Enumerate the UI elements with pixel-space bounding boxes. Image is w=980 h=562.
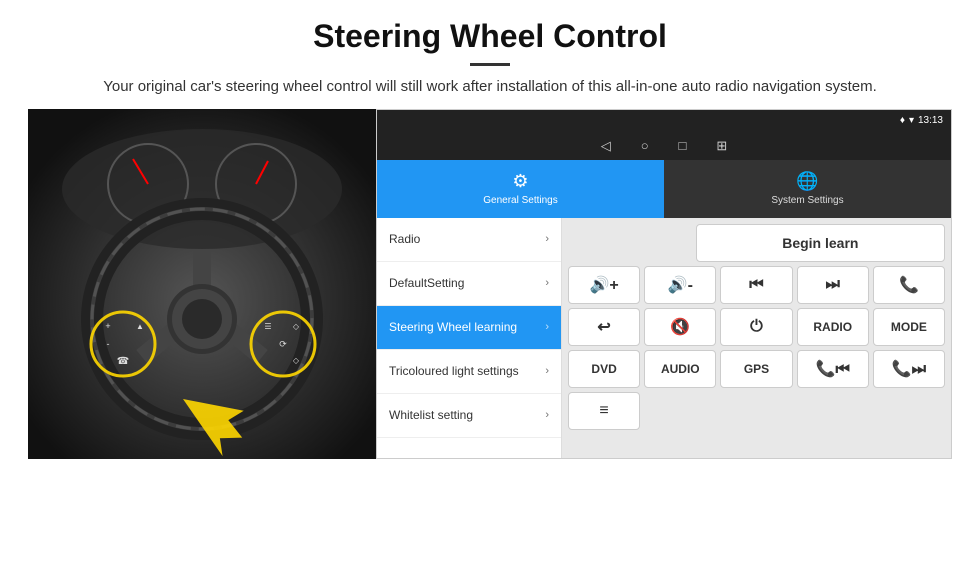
status-time: 13:13 [918,115,943,126]
begin-learn-row: Begin learn [568,224,945,262]
menu-item-steering-label: Steering Wheel learning [389,320,517,334]
power-button[interactable]: ⏻ [720,308,792,346]
menu-list: Radio › DefaultSetting › Steering Wheel … [377,218,562,458]
tab-system[interactable]: 🌐 System Settings [664,160,951,218]
svg-text:▲: ▲ [136,322,144,331]
dvd-label: DVD [591,362,616,376]
empty-spacer [568,224,692,262]
title-divider [470,63,510,66]
tabs-row: ⚙ General Settings 🌐 System Settings [377,160,951,218]
svg-text:◇: ◇ [293,322,300,331]
menu-item-radio-label: Radio [389,232,420,246]
begin-learn-button[interactable]: Begin learn [696,224,945,262]
chevron-right-icon: › [545,277,549,289]
gps-label: GPS [744,362,769,376]
chevron-right-icon: › [545,365,549,377]
controls-row-1: 🔊+ 🔊- ⏮ ⏭ 📞 [568,266,945,304]
radio-label: RADIO [813,320,852,334]
back-button[interactable]: ↩ [568,308,640,346]
nav-recents-icon[interactable]: □ [679,138,687,153]
menu-item-tricoloured-label: Tricoloured light settings [389,364,519,378]
menu-item-tricoloured[interactable]: Tricoloured light settings › [377,350,561,394]
controls-row-3: DVD AUDIO GPS 📞⏮ 📞⏭ [568,350,945,388]
nav-apps-icon[interactable]: ⊞ [716,138,727,154]
phone-next-button[interactable]: 📞⏭ [873,350,945,388]
phone-prev-button[interactable]: 📞⏮ [797,350,869,388]
radio-button[interactable]: RADIO [797,308,869,346]
mode-button[interactable]: MODE [873,308,945,346]
next-track-button[interactable]: ⏭ [797,266,869,304]
phone-prev-icon: 📞⏮ [816,359,850,379]
android-navbar: ◁ ○ □ ⊞ [377,132,951,160]
page-header: Steering Wheel Control Your original car… [0,0,980,109]
menu-item-steering[interactable]: Steering Wheel learning › [377,306,561,350]
page-subtitle: Your original car's steering wheel contr… [40,76,940,99]
svg-text:+: + [105,321,110,331]
phone-next-icon: 📞⏭ [892,359,926,379]
menu-item-default-label: DefaultSetting [389,276,464,290]
page-title: Steering Wheel Control [40,18,940,55]
svg-text:◇: ◇ [293,356,300,365]
svg-text:☎: ☎ [117,356,129,367]
general-settings-icon: ⚙ [512,171,528,192]
chevron-right-icon: › [545,409,549,421]
list-button[interactable]: ≡ [568,392,640,430]
chevron-right-icon: › [545,321,549,333]
location-icon: ♦ [900,115,905,126]
menu-item-default[interactable]: DefaultSetting › [377,262,561,306]
wifi-icon: ▾ [909,115,914,126]
phone-icon: 📞 [899,275,919,295]
system-settings-icon: 🌐 [796,171,818,192]
steering-panel: + ▲ - ☎ ☰ ◇ ⟳ ◇ [28,109,376,459]
menu-item-radio[interactable]: Radio › [377,218,561,262]
device-panel: ♦ ▾ 13:13 ◁ ○ □ ⊞ ⚙ General Settings 🌐 S… [376,109,952,459]
prev-track-icon: ⏮ [749,276,763,294]
svg-text:☰: ☰ [264,322,271,331]
audio-button[interactable]: AUDIO [644,350,716,388]
content-area: + ▲ - ☎ ☰ ◇ ⟳ ◇ ♦ ▾ 13:13 ◁ [28,109,952,459]
power-icon: ⏻ [750,318,763,336]
controls-row-2: ↩ 🔇 ⏻ RADIO MODE [568,308,945,346]
android-statusbar: ♦ ▾ 13:13 [377,110,951,132]
audio-label: AUDIO [661,362,700,376]
tab-general[interactable]: ⚙ General Settings [377,160,664,218]
gps-button[interactable]: GPS [720,350,792,388]
controls-row-4: ≡ [568,392,945,430]
list-icon: ≡ [599,402,608,420]
next-track-icon: ⏭ [826,276,840,294]
svg-text:-: - [107,339,110,349]
menu-item-whitelist-label: Whitelist setting [389,408,473,422]
vol-up-icon: 🔊+ [589,275,618,295]
menu-item-whitelist[interactable]: Whitelist setting › [377,394,561,438]
chevron-right-icon: › [545,233,549,245]
mute-button[interactable]: 🔇 [644,308,716,346]
begin-learn-label: Begin learn [782,235,858,251]
mute-icon: 🔇 [670,317,690,337]
svg-text:⟳: ⟳ [279,339,287,349]
prev-track-button[interactable]: ⏮ [720,266,792,304]
main-content: Radio › DefaultSetting › Steering Wheel … [377,218,951,458]
tab-general-label: General Settings [483,195,558,206]
tab-system-label: System Settings [771,195,843,206]
phone-button[interactable]: 📞 [873,266,945,304]
back-icon: ↩ [597,317,610,337]
nav-home-icon[interactable]: ○ [641,138,649,153]
dvd-button[interactable]: DVD [568,350,640,388]
vol-up-button[interactable]: 🔊+ [568,266,640,304]
vol-down-button[interactable]: 🔊- [644,266,716,304]
buttons-panel: Begin learn 🔊+ 🔊- ⏮ ⏭ [562,218,951,458]
mode-label: MODE [891,320,927,334]
vol-down-icon: 🔊- [668,275,693,295]
nav-back-icon[interactable]: ◁ [601,138,611,154]
